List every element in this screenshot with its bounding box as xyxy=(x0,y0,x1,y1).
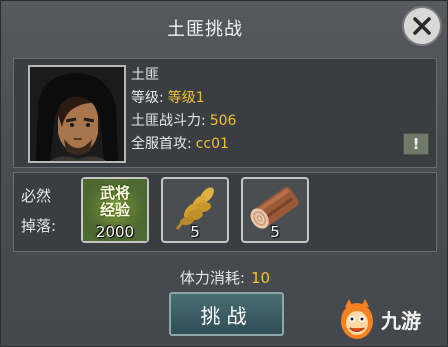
item-count: 2000 xyxy=(95,223,135,241)
first-kill-value: cc01 xyxy=(195,136,229,152)
enemy-portrait xyxy=(28,65,126,163)
stamina-label: 体力消耗: xyxy=(179,269,245,287)
title-bar: 土匪挑战 xyxy=(7,5,403,51)
challenge-button-label: 挑战 xyxy=(200,303,253,328)
item-count: 5 xyxy=(190,223,200,241)
watermark-logo: 九游 xyxy=(337,295,443,343)
stamina-cost: 体力消耗: 10 xyxy=(1,267,448,288)
drop-item-wheat[interactable]: 5 xyxy=(161,177,229,243)
exp-book-title-line2: 经验 xyxy=(99,201,130,219)
drop-label-line1: 必然 xyxy=(21,187,52,205)
first-kill-label: 全服首攻: xyxy=(131,136,192,152)
drop-item-general-exp[interactable]: 武将 经验 2000 xyxy=(81,177,149,243)
drop-item-wood[interactable]: 5 xyxy=(241,177,309,243)
drop-label: 必然 掉落: xyxy=(21,181,56,241)
drop-label-line2: 掉落: xyxy=(21,217,57,235)
nine-game-mascot-icon xyxy=(341,299,373,339)
challenge-button[interactable]: 挑战 xyxy=(169,292,284,336)
info-alert-button[interactable]: ! xyxy=(403,133,429,155)
exclamation-icon: ! xyxy=(412,135,420,153)
challenge-dialog: 土匪挑战 土匪 等级: 等级1 土匪战斗力: 506 全服首攻: cc01 ! … xyxy=(0,0,448,347)
power-value: 506 xyxy=(209,113,237,129)
level-value: 等级1 xyxy=(167,90,205,106)
enemy-info-lines: 土匪 等级: 等级1 土匪战斗力: 506 全服首攻: cc01 xyxy=(131,64,236,156)
stamina-value: 10 xyxy=(250,269,271,287)
watermark-text: 九游 xyxy=(381,308,421,333)
dialog-title: 土匪挑战 xyxy=(167,19,243,40)
level-label: 等级: xyxy=(131,90,164,106)
item-count: 5 xyxy=(270,223,280,241)
close-button[interactable] xyxy=(402,6,442,46)
enemy-name: 土匪 xyxy=(131,67,159,83)
power-label: 土匪战斗力: xyxy=(131,113,206,129)
exp-book-title-line1: 武将 xyxy=(99,184,130,202)
close-icon xyxy=(413,17,431,35)
bandit-portrait-icon xyxy=(30,67,124,161)
